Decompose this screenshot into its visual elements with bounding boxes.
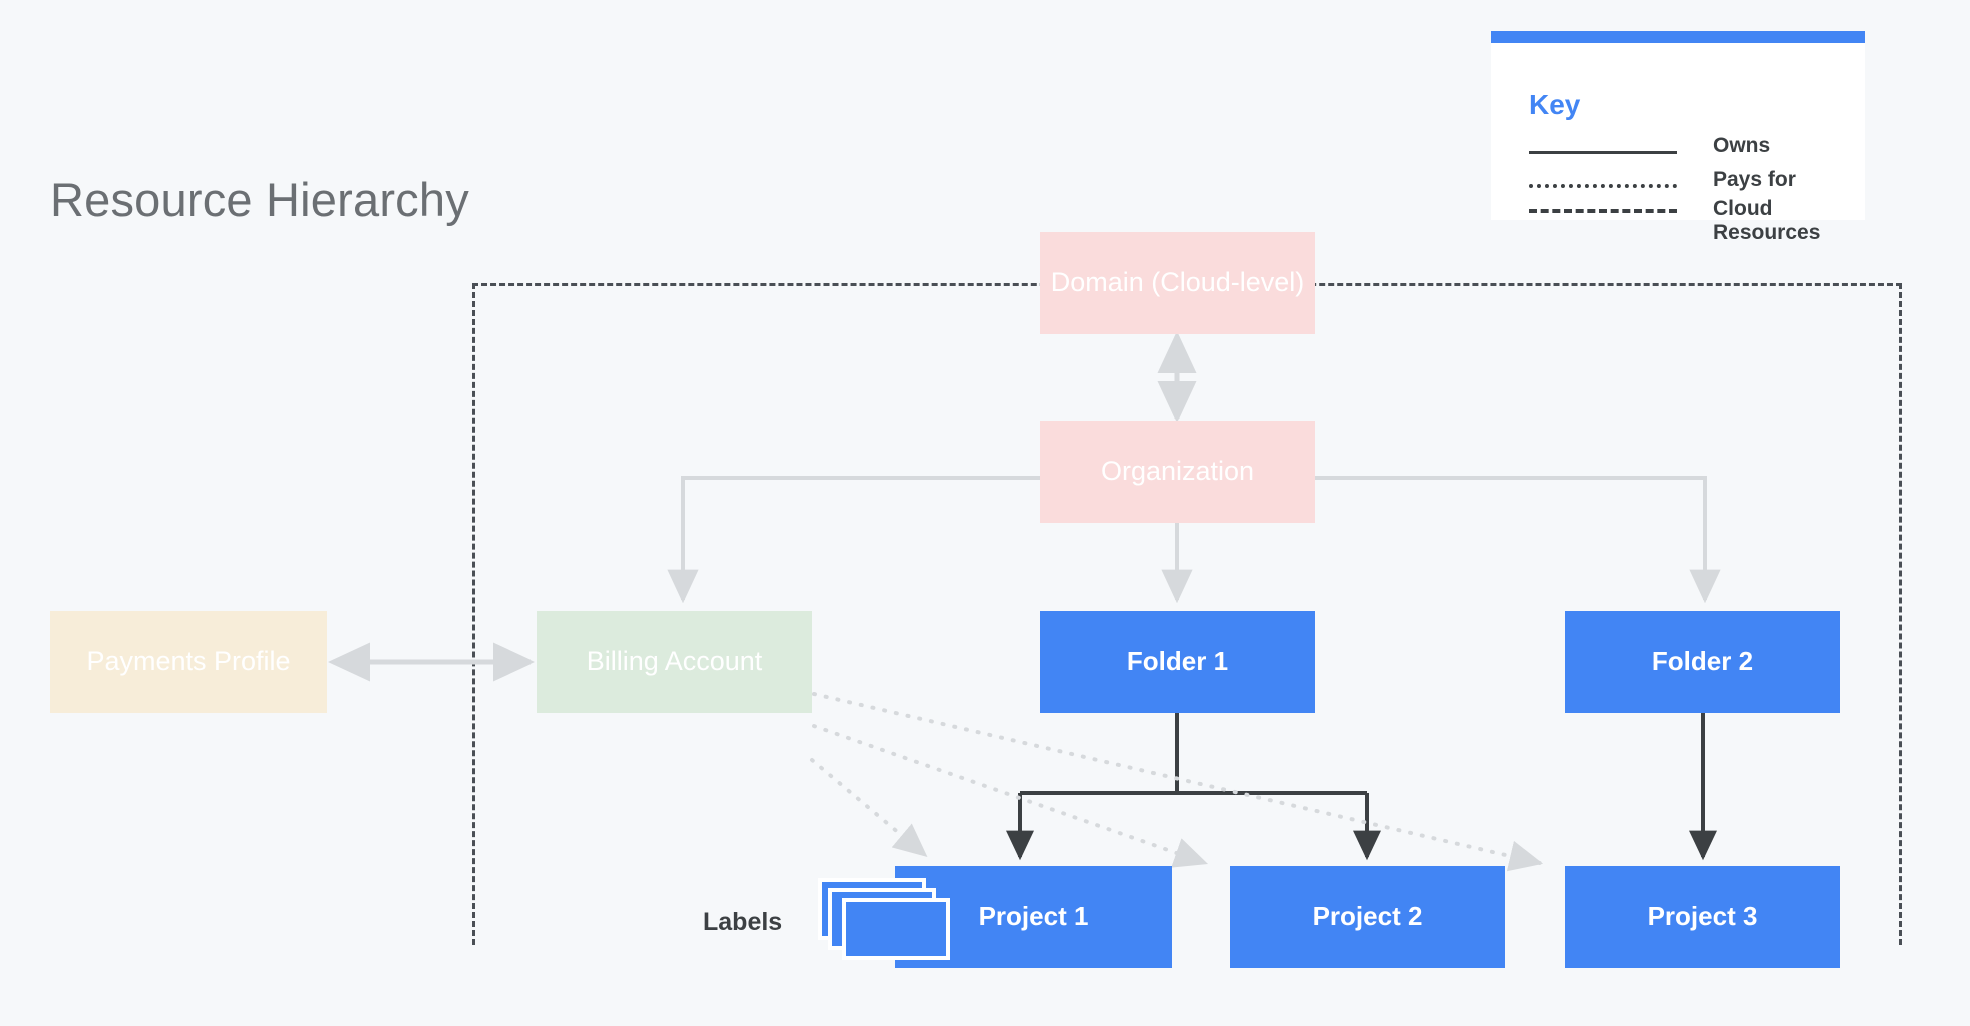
key-line-dashed-icon <box>1529 209 1677 213</box>
labels-caption: Labels <box>703 908 783 936</box>
node-billing-account-label: Billing Account <box>586 646 763 677</box>
key-line-dotted-icon <box>1529 184 1677 188</box>
node-folder-2-label: Folder 2 <box>1651 646 1754 677</box>
node-project-3-label: Project 3 <box>1647 901 1758 932</box>
key-label-pays-for: Pays for <box>1713 168 1796 192</box>
labels-stack-icon <box>818 878 950 960</box>
key-label-cloud-resources: Cloud Resources <box>1713 197 1821 244</box>
key-panel: Key Owns Pays for Cloud Resources <box>1491 31 1865 244</box>
key-row-pays-for: Pays for <box>1529 163 1839 197</box>
node-folder-2[interactable]: Folder 2 <box>1565 611 1840 713</box>
key-label-owns: Owns <box>1713 134 1771 158</box>
node-folder-1-label: Folder 1 <box>1126 646 1229 677</box>
node-folder-1[interactable]: Folder 1 <box>1040 611 1315 713</box>
node-project-3[interactable]: Project 3 <box>1565 866 1840 968</box>
key-line-solid-icon <box>1529 150 1677 154</box>
key-rows: Owns Pays for Cloud Resources <box>1529 129 1839 244</box>
node-organization-label: Organization <box>1100 456 1255 487</box>
node-domain-label: Domain (Cloud-level) <box>1050 267 1305 298</box>
node-project-2-label: Project 2 <box>1312 901 1423 932</box>
diagram-canvas: Resource Hierarchy Domain (Cloud-level) … <box>0 0 1970 1026</box>
key-title: Key <box>1529 89 1581 120</box>
key-row-cloud-resources: Cloud Resources <box>1529 197 1839 244</box>
key-panel-accent-bar <box>1491 31 1865 43</box>
node-billing-account[interactable]: Billing Account <box>537 611 812 713</box>
node-domain[interactable]: Domain (Cloud-level) <box>1040 232 1315 334</box>
node-payments-profile-label: Payments Profile <box>86 646 291 677</box>
label-card-front <box>842 898 950 960</box>
node-organization[interactable]: Organization <box>1040 421 1315 523</box>
node-payments-profile[interactable]: Payments Profile <box>50 611 327 713</box>
key-row-owns: Owns <box>1529 129 1839 163</box>
node-project-2[interactable]: Project 2 <box>1230 866 1505 968</box>
page-title: Resource Hierarchy <box>50 173 469 226</box>
